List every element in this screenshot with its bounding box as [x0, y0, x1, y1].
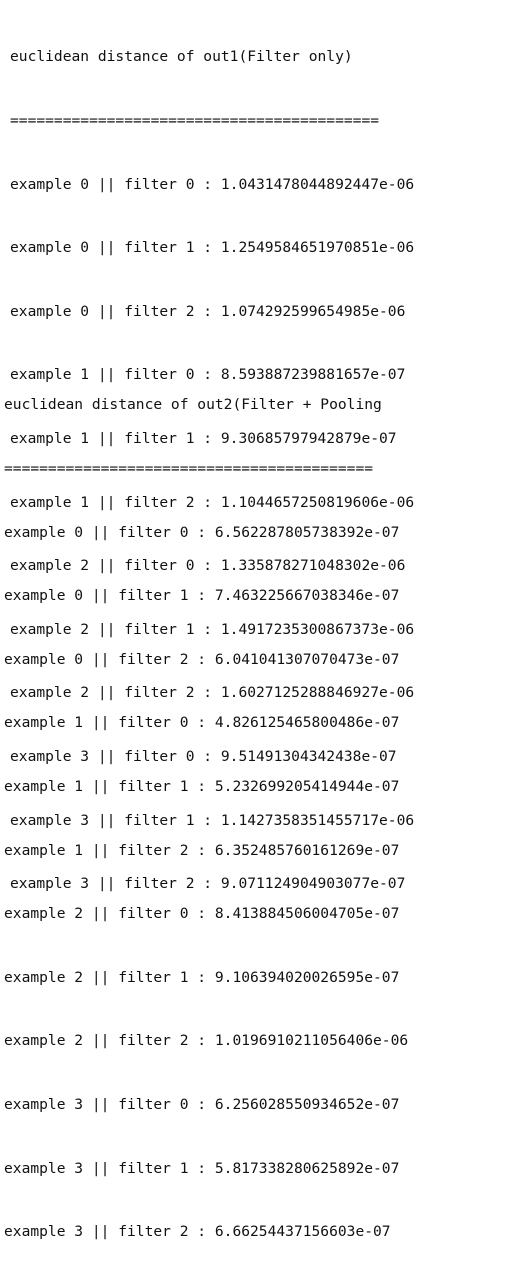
result-row: example 2 || filter 0 : 8.41388450600470… — [4, 905, 400, 923]
block-title: euclidean distance of out1(Filter only) — [10, 48, 353, 66]
separator-line: ========================================… — [4, 460, 374, 477]
block-title: euclidean distance of out2(Filter + Pool… — [4, 396, 382, 414]
result-row: example 1 || filter 1 : 5.23269920541494… — [4, 777, 400, 795]
result-row: example 0 || filter 2 : 6.04104130707047… — [4, 650, 400, 668]
result-row: example 3 || filter 0 : 6.25602855093465… — [4, 1095, 400, 1113]
result-row: example 1 || filter 2 : 6.35248576016126… — [4, 841, 400, 859]
separator-line: ========================================… — [10, 112, 380, 129]
result-row: example 0 || filter 1 : 7.46322566703834… — [4, 587, 400, 605]
output-block-out2: euclidean distance of out2(Filter + Pool… — [4, 352, 408, 1264]
result-row: example 2 || filter 1 : 9.10639402002659… — [4, 968, 400, 986]
result-row: example 2 || filter 2 : 1.01969102110564… — [4, 1032, 409, 1050]
result-row: example 0 || filter 1 : 1.25495846519708… — [10, 239, 415, 257]
result-row: example 1 || filter 0 : 4.82612546580048… — [4, 714, 400, 732]
result-row: example 3 || filter 2 : 6.66254437156603… — [4, 1223, 391, 1241]
result-row: example 0 || filter 2 : 1.07429259965498… — [10, 302, 406, 320]
result-row: example 3 || filter 1 : 5.81733828062589… — [4, 1159, 400, 1177]
result-row: example 0 || filter 0 : 1.04314780448924… — [10, 175, 415, 193]
result-row: example 0 || filter 0 : 6.56228780573839… — [4, 523, 400, 541]
